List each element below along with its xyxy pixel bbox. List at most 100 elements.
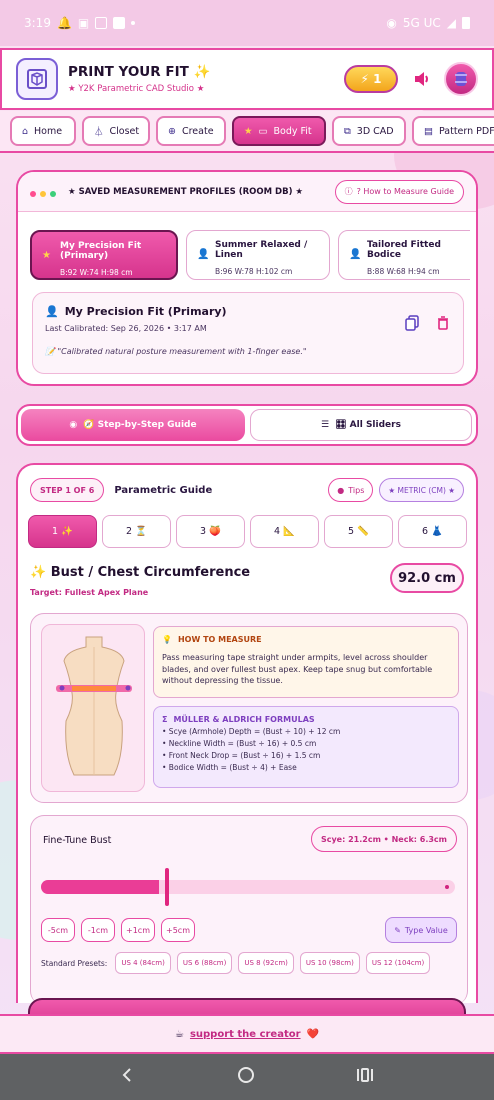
star-icon: ★ xyxy=(42,250,51,261)
minus-1-button[interactable]: -1cm xyxy=(81,918,115,942)
preset-us10[interactable]: US 10 (98cm) xyxy=(299,952,360,974)
pdf-icon: ▤ xyxy=(424,125,433,137)
how-title: HOW TO MEASURE xyxy=(177,635,262,644)
formulas-box: Σ MÜLLER & ALDRICH FORMULAS • Scye (Armh… xyxy=(153,706,459,788)
nav-tabs: ⌂ Home ⏃ Closet ⊕ Create ★ ▭ Body Fit ⧉ … xyxy=(0,111,494,153)
parametric-guide-card: STEP 1 OF 6 Parametric Guide ● Tips ★ ME… xyxy=(16,463,478,1005)
more-dot-icon xyxy=(131,21,136,25)
guide-title: Parametric Guide xyxy=(114,484,213,496)
measure-guide-button[interactable]: ⓘ ? How to Measure Guide xyxy=(334,179,464,204)
step-1-tab[interactable]: 1 ✨ xyxy=(28,515,97,548)
tips-button[interactable]: ● Tips xyxy=(328,478,374,502)
preset-us6[interactable]: US 6 (88cm) xyxy=(176,952,233,974)
signal-icon: ◢ xyxy=(446,16,456,30)
speaker-icon[interactable] xyxy=(408,65,436,93)
home-circle-icon[interactable] xyxy=(237,1066,255,1088)
profile-card-primary[interactable]: ★ My Precision Fit (Primary) B:92 W:74 H… xyxy=(30,230,178,280)
type-value-button[interactable]: ✎ Type Value xyxy=(385,917,457,943)
slider-thumb[interactable] xyxy=(165,868,169,906)
profile-note: 📝 "Calibrated natural posture measuremen… xyxy=(45,347,307,356)
step-5-tab[interactable]: 5 📏 xyxy=(324,515,393,548)
measurement-value[interactable]: 92.0 cm xyxy=(390,563,464,593)
slider-end-dot xyxy=(445,885,449,889)
step-guide-toggle[interactable]: ◉ 🧭 Step-by-Step Guide xyxy=(21,409,245,441)
app-subtitle: ★ Y2K Parametric CAD Studio ★ xyxy=(68,84,205,94)
person-icon: 👤 xyxy=(45,305,59,318)
tab-pattern-pdf-label: Pattern PDF xyxy=(438,125,494,137)
credits-badge[interactable]: ⚡ 1 xyxy=(344,65,398,93)
plus-5-button[interactable]: +5cm xyxy=(161,918,195,942)
tab-closet[interactable]: ⏃ Closet xyxy=(82,116,150,146)
pencil-icon: ✎ xyxy=(394,925,401,935)
add-circle-icon: ⊕ xyxy=(168,125,176,137)
minus-5-button[interactable]: -5cm xyxy=(41,918,75,942)
profile-measurements: B:92 W:74 H:98 cm xyxy=(60,268,133,277)
tab-closet-label: Closet xyxy=(109,125,140,137)
info-icon: ● xyxy=(337,485,345,495)
step-3-tab[interactable]: 3 🍑 xyxy=(176,515,245,548)
profile-list: ★ My Precision Fit (Primary) B:92 W:74 H… xyxy=(30,230,470,284)
ruler-icon: ▭ xyxy=(258,125,268,137)
profile-card-summer[interactable]: 👤 Summer Relaxed / Linen B:96 W:78 H:102… xyxy=(186,230,330,280)
hanger-icon: ⏃ xyxy=(94,127,104,138)
system-nav-bar xyxy=(0,1054,494,1100)
app-title: PRINT YOUR FIT ✨ xyxy=(68,64,211,80)
help-circle-icon: ⓘ xyxy=(344,187,353,196)
measurement-title: ✨ Bust / Chest Circumference xyxy=(30,565,251,580)
tab-body-fit[interactable]: ★ ▭ Body Fit xyxy=(232,116,326,146)
tab-home-label: Home xyxy=(34,125,63,137)
profile-measurements: B:96 W:78 H:102 cm xyxy=(215,267,293,276)
all-sliders-toggle[interactable]: ☰ 🎛 All Sliders xyxy=(250,409,472,441)
preset-us4[interactable]: US 4 (84cm) xyxy=(115,952,171,974)
tips-label: Tips xyxy=(348,485,365,495)
all-sliders-label: 🎛 All Sliders xyxy=(335,420,401,430)
step-counter: STEP 1 OF 6 xyxy=(30,478,105,502)
formula-line: • Neckline Width = (Bust ÷ 16) + 0.5 cm xyxy=(162,739,317,748)
tab-home[interactable]: ⌂ Home xyxy=(10,116,76,146)
tab-pattern-pdf[interactable]: ▤ Pattern PDF xyxy=(412,116,494,146)
cube-scan-icon: ⧉ xyxy=(344,125,351,137)
status-bar: 3:19 🔔 ▣ ◉ 5G UC ◢ xyxy=(0,0,494,46)
window-dots xyxy=(30,182,60,201)
tab-create-label: Create xyxy=(181,125,214,137)
profiles-title: ★ SAVED MEASUREMENT PROFILES (ROOM DB) ★ xyxy=(68,186,304,197)
profile-card-tailored[interactable]: 👤 Tailored Fitted Bodice B:88 W:68 H:94 … xyxy=(338,230,470,280)
back-icon[interactable] xyxy=(120,1067,136,1087)
tab-create[interactable]: ⊕ Create xyxy=(156,116,226,146)
formula-line: • Front Neck Drop = (Bust ÷ 16) + 1.5 cm xyxy=(162,751,321,760)
plus-1-button[interactable]: +1cm xyxy=(121,918,155,942)
metric-toggle[interactable]: ★ METRIC (CM) ★ xyxy=(379,478,464,502)
compass-icon: ◉ xyxy=(69,420,78,430)
tab-3d-cad[interactable]: ⧉ 3D CAD xyxy=(332,116,406,146)
sliders-icon: ☰ xyxy=(321,420,330,430)
step-4-tab[interactable]: 4 📐 xyxy=(250,515,319,548)
copy-icon[interactable] xyxy=(405,315,419,335)
measure-guide-label: ? How to Measure Guide xyxy=(356,187,454,196)
step-2-tab[interactable]: 2 ⏳ xyxy=(102,515,171,548)
profile-name: Summer Relaxed / Linen xyxy=(215,240,308,260)
printer-logo-icon[interactable] xyxy=(16,58,58,100)
presets-row: Standard Presets: US 4 (84cm) US 6 (88cm… xyxy=(41,952,431,974)
bust-slider[interactable] xyxy=(41,868,455,906)
saved-profiles-card: ★ SAVED MEASUREMENT PROFILES (ROOM DB) ★… xyxy=(16,170,478,386)
hotspot-icon: ◉ xyxy=(386,16,397,30)
support-link[interactable]: support the creator xyxy=(190,1029,301,1040)
profile-name: Tailored Fitted Bodice xyxy=(367,240,441,260)
recents-icon[interactable] xyxy=(356,1067,374,1087)
delete-icon[interactable] xyxy=(437,315,449,335)
detail-profile-name: My Precision Fit (Primary) xyxy=(64,305,227,318)
step-6-tab[interactable]: 6 👗 xyxy=(398,515,467,548)
network-label: 5G UC xyxy=(402,16,441,30)
preset-us12[interactable]: US 12 (104cm) xyxy=(365,952,431,974)
avatar[interactable] xyxy=(444,62,478,96)
instructions-box: 💡 HOW TO MEASURE Pass measuring tape str… xyxy=(30,613,468,803)
tab-body-fit-label: Body Fit xyxy=(273,125,312,137)
slider-fill xyxy=(41,880,159,894)
profile-detail: 👤 My Precision Fit (Primary) Last Calibr… xyxy=(32,292,464,374)
coffee-icon: ☕ xyxy=(174,1028,184,1040)
dress-form-illustration xyxy=(41,624,145,792)
step-tabs: 1 ✨ 2 ⏳ 3 🍑 4 📐 5 📏 6 👗 xyxy=(28,515,467,548)
lightbulb-icon: 💡 xyxy=(162,635,172,644)
preset-us8[interactable]: US 8 (92cm) xyxy=(238,952,294,974)
fine-tune-box: Fine-Tune Bust Scye: 21.2cm • Neck: 6.3c… xyxy=(30,815,468,1005)
